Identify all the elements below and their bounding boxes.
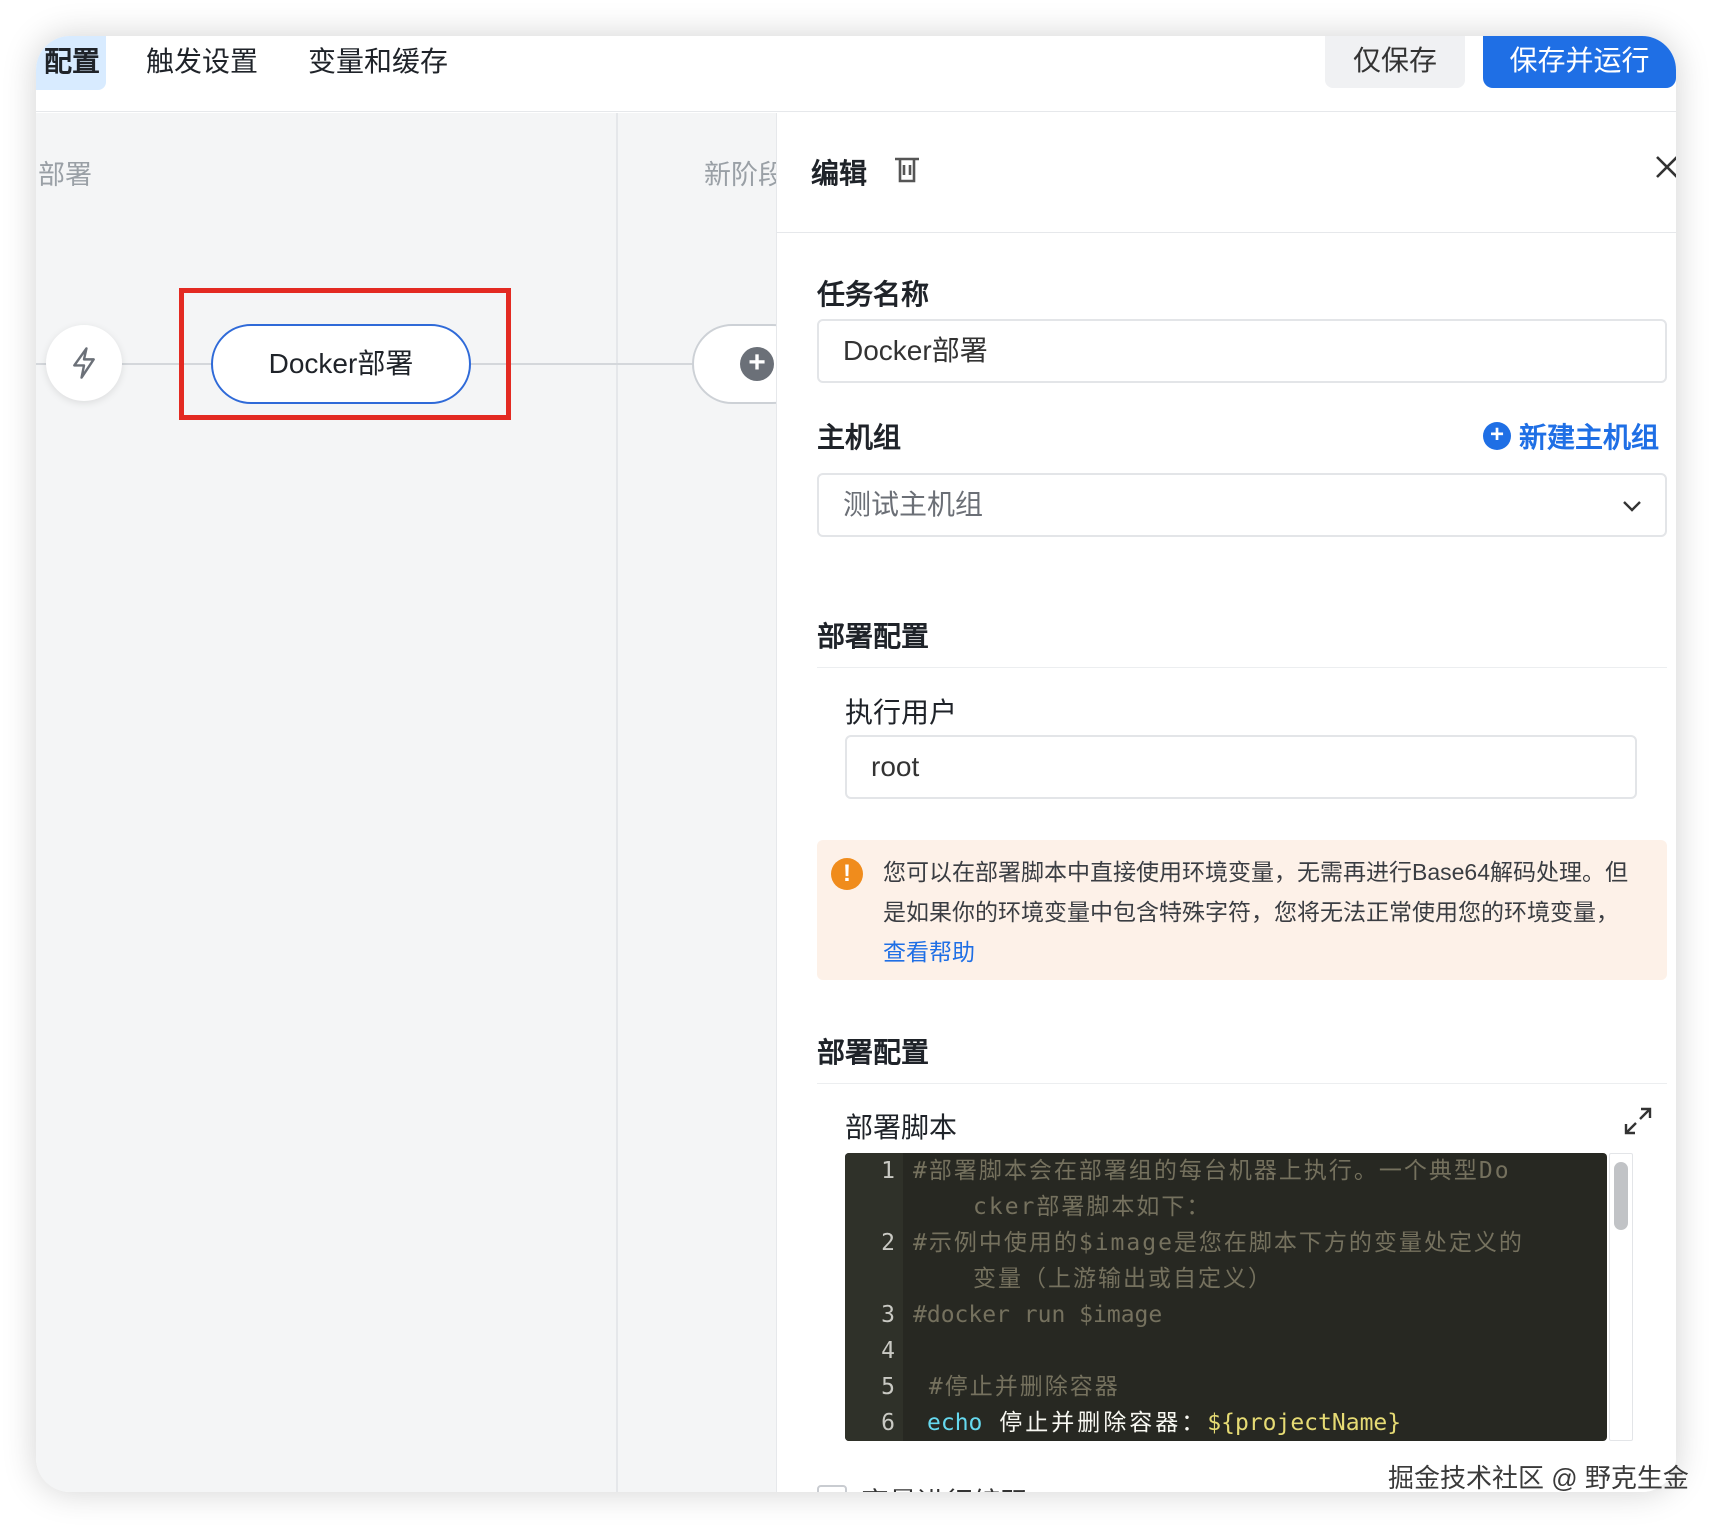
stage-title-new: 新阶段: [704, 160, 776, 190]
panel-header: 编辑: [777, 113, 1676, 233]
watermark: 掘金技术社区 @ 野克生金: [1388, 1463, 1689, 1493]
top-toolbar: 配置 触发设置 变量和缓存 仅保存 保存并运行: [36, 36, 1676, 112]
code-plain: 停止并删除容器：: [982, 1410, 1208, 1436]
encode-variables-checkbox[interactable]: [817, 1485, 847, 1492]
line-number: 5: [881, 1374, 895, 1400]
save-only-button[interactable]: 仅保存: [1325, 36, 1465, 88]
tab-config-label: 配置: [43, 46, 100, 77]
host-group-select[interactable]: 测试主机组: [817, 473, 1667, 537]
code-text: #停止并删除容器: [913, 1374, 1120, 1400]
task-name-label: 任务名称: [817, 279, 930, 310]
code-variable: ${projectName}: [1207, 1410, 1402, 1436]
editor-scrollbar[interactable]: [1609, 1153, 1633, 1441]
trash-icon[interactable]: [891, 153, 923, 185]
code-text-wrap: cker部署脚本如下：: [973, 1194, 1212, 1220]
new-host-group-link[interactable]: + 新建主机组: [1483, 416, 1659, 456]
deploy-config-label: 部署配置: [817, 621, 930, 652]
section-divider: [817, 667, 1667, 668]
deploy-script-label: 部署脚本: [845, 1112, 958, 1143]
lightning-icon: [73, 347, 95, 379]
new-host-group-label: 新建主机组: [1519, 422, 1660, 453]
stage-title-deploy: 部署: [38, 160, 92, 190]
close-icon[interactable]: [1653, 153, 1676, 181]
deploy-config-label-2: 部署配置: [817, 1037, 930, 1068]
app-window: 配置 触发设置 变量和缓存 仅保存 保存并运行 部署 新阶段 Docker部署 …: [36, 36, 1676, 1492]
code-text: #docker run $image: [913, 1302, 1163, 1328]
env-var-alert: ! 您可以在部署脚本中直接使用环境变量，无需再进行Base64解码处理。但是如果…: [817, 840, 1667, 980]
code-text: echo 停止并删除容器：${projectName}: [927, 1405, 1401, 1441]
edit-panel: 编辑 任务名称 Docker部署 主机组 + 新建主机组 测试主机组 部署配置 …: [776, 113, 1676, 1492]
line-number: 3: [881, 1302, 895, 1328]
chevron-down-icon: [1623, 501, 1641, 512]
plus-circle-icon: +: [740, 347, 774, 381]
trigger-node[interactable]: [46, 325, 122, 401]
exec-user-input[interactable]: root: [845, 735, 1637, 799]
line-number: 2: [881, 1230, 895, 1256]
expand-icon[interactable]: [1623, 1106, 1653, 1136]
deploy-script-editor[interactable]: 1 #部署脚本会在部署组的每台机器上执行。一个典型Do cker部署脚本如下： …: [845, 1153, 1607, 1441]
view-help-link[interactable]: 查看帮助: [883, 939, 975, 965]
tab-trigger-settings[interactable]: 触发设置: [146, 36, 258, 90]
pipeline-canvas[interactable]: 部署 新阶段 Docker部署 +: [36, 113, 812, 1492]
tab-variables-cache[interactable]: 变量和缓存: [308, 36, 448, 90]
task-name-input[interactable]: Docker部署: [817, 319, 1667, 383]
line-number: 1: [881, 1158, 895, 1184]
alert-text: 您可以在部署脚本中直接使用环境变量，无需再进行Base64解码处理。但是如果你的…: [883, 852, 1643, 972]
stage-divider: [616, 113, 618, 1492]
code-text: #部署脚本会在部署组的每台机器上执行。一个典型Do: [913, 1158, 1511, 1184]
section-divider: [817, 1083, 1667, 1084]
code-text-wrap: 变量（上游输出或自定义）: [973, 1266, 1273, 1292]
warning-icon: !: [831, 858, 863, 890]
line-number: 6: [881, 1410, 895, 1436]
panel-title: 编辑: [811, 158, 868, 189]
plus-circle-icon: +: [1483, 422, 1511, 450]
tab-config[interactable]: 配置: [36, 36, 106, 90]
code-text: #示例中使用的$image是您在脚本下方的变量处定义的: [913, 1230, 1524, 1256]
alert-message: 您可以在部署脚本中直接使用环境变量，无需再进行Base64解码处理。但是如果你的…: [883, 859, 1629, 925]
code-keyword: echo: [927, 1410, 983, 1436]
save-and-run-button[interactable]: 保存并运行: [1483, 36, 1676, 88]
exec-user-label: 执行用户: [845, 697, 958, 728]
host-group-value: 测试主机组: [843, 489, 984, 520]
host-group-label: 主机组: [817, 422, 902, 453]
line-number: 4: [881, 1338, 895, 1364]
highlight-box: [179, 288, 511, 420]
encode-variables-label: 变量进行编码: [861, 1481, 1029, 1492]
scrollbar-thumb[interactable]: [1614, 1162, 1628, 1230]
